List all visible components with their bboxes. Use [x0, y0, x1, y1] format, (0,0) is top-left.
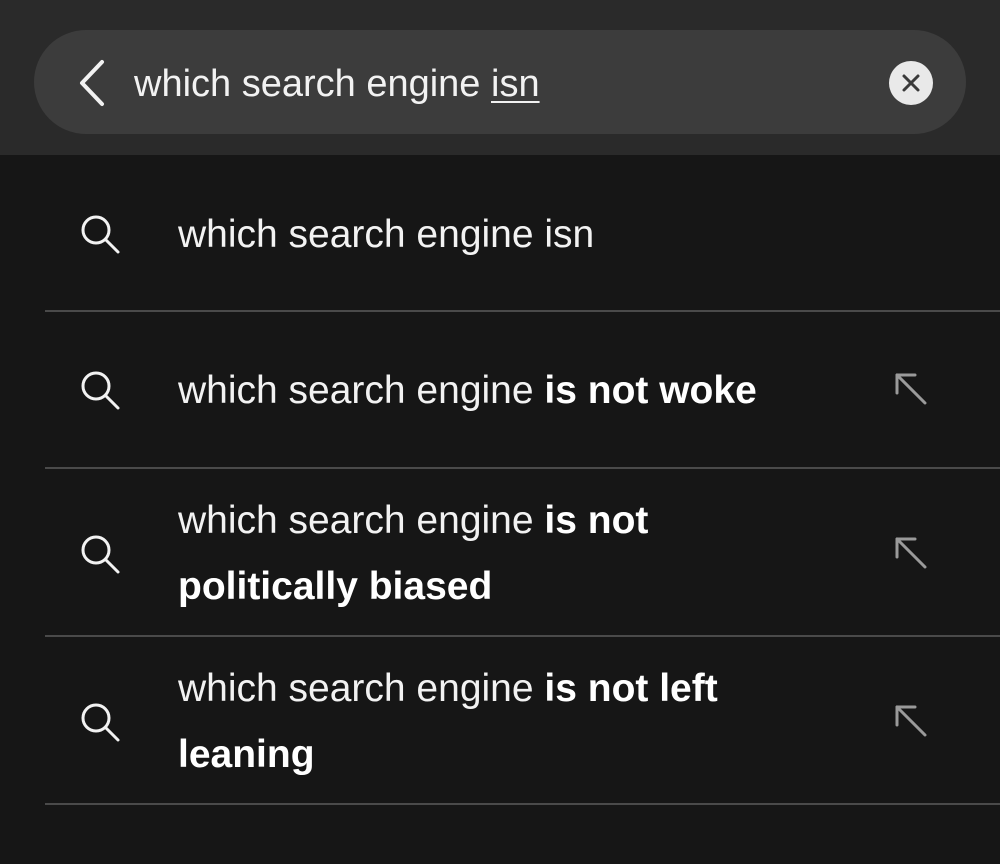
clear-button[interactable]	[889, 61, 933, 105]
suggestion-text: which search engine is not politically bi…	[178, 499, 649, 608]
close-icon	[902, 74, 920, 92]
arrow-up-left-icon[interactable]	[893, 703, 931, 741]
chevron-left-icon[interactable]	[74, 58, 114, 108]
search-input[interactable]: which search engine isn	[134, 60, 540, 108]
search-icon	[78, 532, 122, 576]
search-icon	[78, 212, 122, 256]
suggestion-item[interactable]: which search engine is not politically bi…	[0, 469, 1000, 636]
suggestion-text: which search engine isn	[178, 213, 595, 256]
suggestion-item[interactable]: which search engine isn	[0, 155, 1000, 311]
suggestion-item[interactable]: which search engine is not woke	[0, 312, 1000, 468]
divider	[45, 803, 1000, 805]
search-icon	[78, 368, 122, 412]
suggestion-text: which search engine is not left leaning	[178, 667, 718, 776]
arrow-up-left-icon[interactable]	[893, 535, 931, 573]
query-composing-text: isn	[491, 63, 540, 105]
suggestion-item[interactable]: which search engine is not left leaning	[0, 637, 1000, 804]
query-prefix: which search engine	[134, 63, 491, 105]
search-icon	[78, 700, 122, 744]
search-header: which search engine isn	[0, 0, 1000, 155]
suggestion-text: which search engine is not woke	[178, 369, 757, 412]
arrow-up-left-icon[interactable]	[893, 371, 931, 409]
